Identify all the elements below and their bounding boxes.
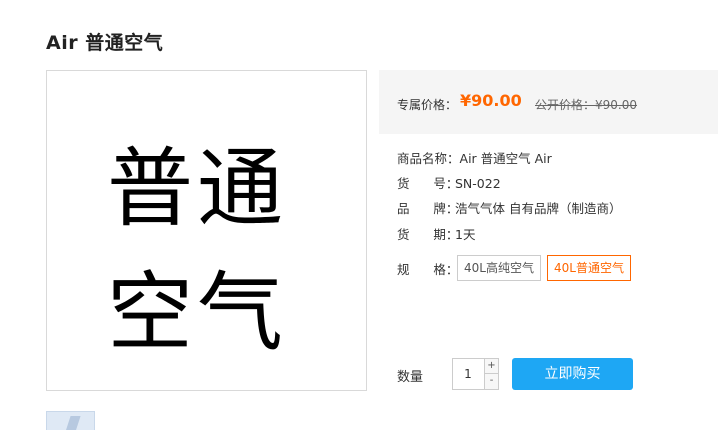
public-price-value: ¥90.00 <box>595 98 638 112</box>
page-title: Air 普通空气 <box>46 32 164 54</box>
lead-time-value: 1天 <box>455 227 476 242</box>
info-row-name: 商品名称：Air 普通空气 Air <box>397 148 552 167</box>
brand-label: 品 牌： <box>397 201 459 216</box>
quantity-stepper: 1 + - <box>452 358 499 390</box>
info-row-lead-time: 货 期：1天 <box>397 224 475 243</box>
sku-label: 货 号： <box>397 176 459 191</box>
product-image-line-1: 普通 <box>107 139 287 239</box>
price-panel: 专属价格： ¥90.00 公开价格：¥90.00 <box>379 70 718 134</box>
product-thumbnail[interactable] <box>46 411 95 430</box>
product-main-image: 普通 空气 <box>46 70 367 391</box>
spec-label: 规 格： <box>397 262 459 277</box>
public-price-label: 公开价格： <box>535 98 596 112</box>
top-breadcrumb-fragment <box>62 0 522 4</box>
info-row-brand: 品 牌：浩气气体 自有品牌（制造商） <box>397 198 621 217</box>
brand-value: 浩气气体 自有品牌（制造商） <box>455 201 622 216</box>
quantity-decrement-button[interactable]: - <box>484 374 498 389</box>
sku-value: SN-022 <box>455 176 501 191</box>
product-image-line-2: 空气 <box>107 263 287 363</box>
exclusive-price-value: ¥90.00 <box>460 91 522 110</box>
quantity-increment-button[interactable]: + <box>484 359 498 374</box>
product-image-text: 普通 空气 <box>107 127 287 375</box>
buy-now-button[interactable]: 立即购买 <box>512 358 633 390</box>
spec-option-high-purity[interactable]: 40L高纯空气 <box>457 255 541 281</box>
spec-option-normal-selected[interactable]: 40L普通空气 <box>547 255 631 281</box>
thumbnail-graphic <box>63 416 81 430</box>
name-value: Air 普通空气 Air <box>459 151 552 166</box>
name-label: 商品名称： <box>397 151 460 166</box>
exclusive-price-label: 专属价格： <box>397 98 458 112</box>
lead-time-label: 货 期： <box>397 227 459 242</box>
quantity-input[interactable]: 1 <box>453 359 483 389</box>
info-row-sku: 货 号：SN-022 <box>397 173 501 192</box>
quantity-label: 数量 <box>397 370 424 385</box>
public-price: 公开价格：¥90.00 <box>535 96 637 113</box>
